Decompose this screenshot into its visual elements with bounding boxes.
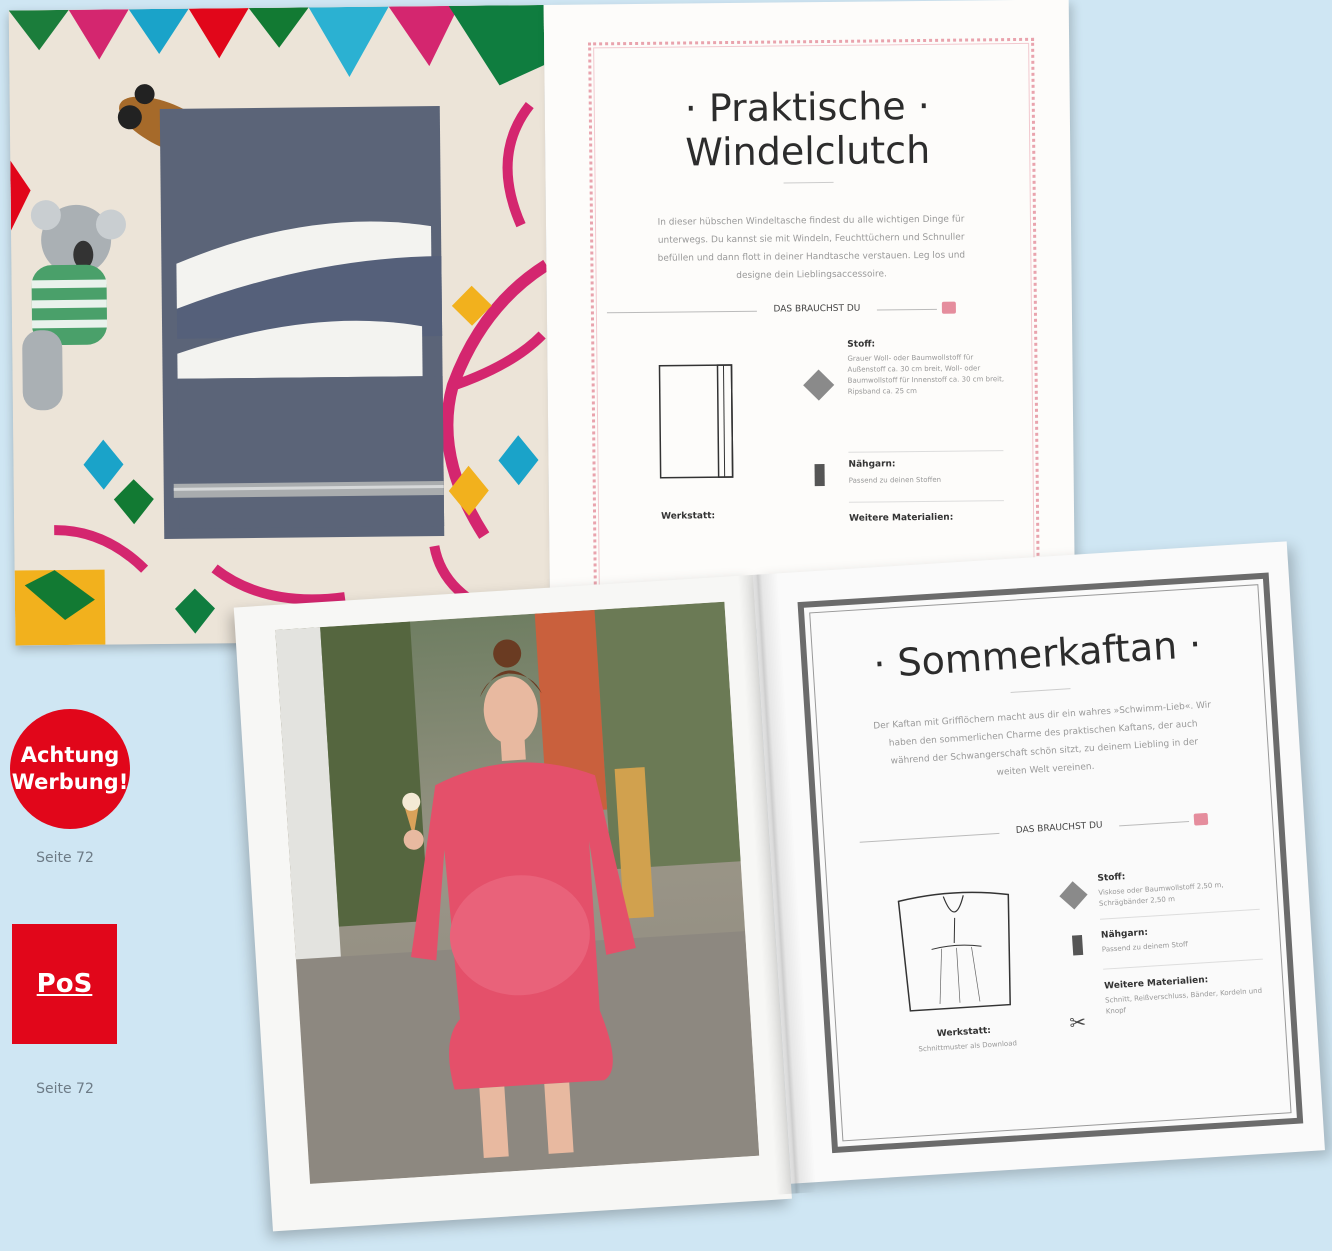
ad-page-reference: Seite 72 — [36, 850, 94, 866]
pos-label: PoS — [36, 969, 93, 999]
material-fabric-title: Stoff: — [1097, 872, 1126, 884]
pos-badge[interactable]: PoS — [12, 924, 117, 1044]
book-spread-sommerkaftan: · Sommerkaftan · Der Kaftan mit Grifflöc… — [0, 0, 1332, 1251]
ad-badge-line2: Werbung! — [11, 770, 129, 794]
pos-page-reference: Seite 72 — [36, 1081, 94, 1097]
sewing-machine-icon — [1193, 812, 1209, 826]
kaftan-photo-illustration — [275, 601, 760, 1184]
ad-badge-line1: Achtung — [20, 743, 120, 767]
scissors-icon: ✂ — [1068, 1009, 1087, 1035]
kaftan-photo — [275, 601, 760, 1184]
kaftan-pattern-sketch — [897, 891, 1011, 1012]
thread-spool-icon — [1071, 934, 1084, 956]
advertising-badge[interactable]: Achtung Werbung! — [10, 709, 130, 829]
